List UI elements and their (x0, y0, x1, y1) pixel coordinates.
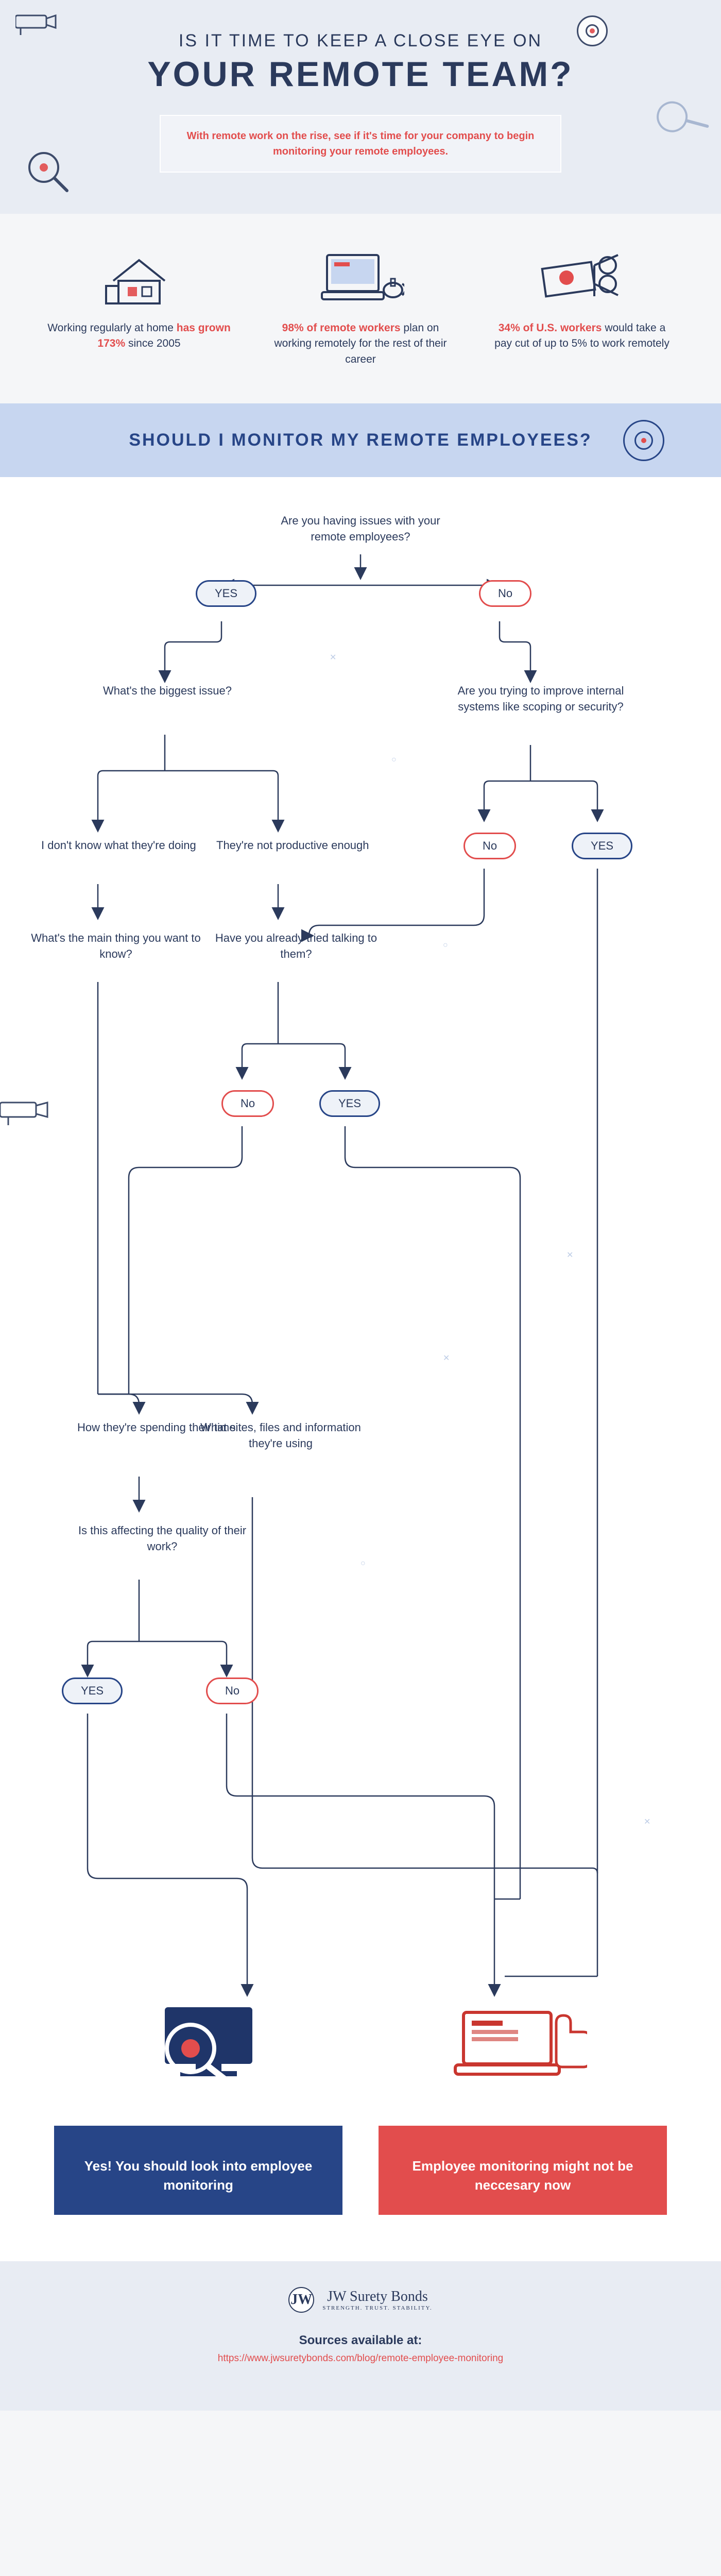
brand-name: JW Surety Bonds (327, 2289, 428, 2304)
title-line1: IS IT TIME TO KEEP A CLOSE EYE ON (179, 31, 542, 50)
flow-connectors (0, 477, 721, 2126)
footer: JW JW Surety Bonds STRENGTH. TRUST. STAB… (0, 2261, 721, 2411)
yes-pill: YES (572, 833, 632, 859)
brand-badge-icon: JW (288, 2287, 314, 2313)
magnifier-icon (26, 149, 72, 198)
title-line2: YOUR REMOTE TEAM? (52, 54, 670, 94)
brand-tagline: STRENGTH. TRUST. STABILITY. (322, 2305, 433, 2311)
camera-icon (15, 10, 62, 39)
eye-icon (623, 420, 664, 461)
yes-pill: YES (196, 580, 256, 607)
yes-pill: YES (62, 1677, 123, 1704)
flow-answer: What sites, files and information they'r… (196, 1420, 366, 1452)
page-title: IS IT TIME TO KEEP A CLOSE EYE ON YOUR R… (52, 31, 670, 94)
flowchart: ✕ ○ ○ ✕ ✕ ○ ✕ Are you having issues with… (0, 477, 721, 2126)
result-no-card: Employee monitoring might not be neccesa… (379, 2126, 667, 2215)
no-pill: No (206, 1677, 259, 1704)
no-pill: No (464, 833, 516, 859)
stat-card: Working regularly at home has grown 173%… (36, 250, 242, 367)
magnifier-icon (644, 83, 715, 156)
section-header: SHOULD I MONITOR MY REMOTE EMPLOYEES? (0, 403, 721, 477)
section-title: SHOULD I MONITOR MY REMOTE EMPLOYEES? (15, 427, 706, 453)
monitor-eye-icon (144, 2002, 278, 2092)
eye-icon (577, 15, 608, 46)
money-icon (541, 250, 623, 307)
flow-answer: They're not productive enough (216, 838, 369, 854)
flow-answer: I don't know what they're doing (41, 838, 196, 854)
house-icon (103, 250, 175, 307)
no-pill: No (479, 580, 531, 607)
sources-link[interactable]: https://www.jwsuretybonds.com/blog/remot… (15, 2353, 706, 2364)
camera-icon (0, 1095, 57, 1129)
laptop-icon (317, 250, 404, 307)
stats-row: Working regularly at home has grown 173%… (0, 214, 721, 403)
flow-question: Are you having issues with your remote e… (276, 513, 445, 545)
hero-subhead: With remote work on the rise, see if it'… (160, 115, 561, 173)
stat-card: 34% of U.S. workers would take a pay cut… (479, 250, 685, 367)
yes-pill: YES (319, 1090, 380, 1117)
laptop-thumbs-icon (453, 2002, 587, 2092)
sources-label: Sources available at: (15, 2333, 706, 2348)
flow-question: Have you already tried talking to them? (211, 930, 381, 962)
flow-question: What's the main thing you want to know? (31, 930, 201, 962)
results-row: Yes! You should look into employee monit… (0, 2126, 721, 2261)
flow-question: What's the biggest issue? (103, 683, 232, 699)
flow-question: Are you trying to improve internal syste… (453, 683, 628, 715)
result-text: Yes! You should look into employee monit… (70, 2157, 327, 2194)
stat-card: 98% of remote workers plan on working re… (258, 250, 464, 367)
result-text: Employee monitoring might not be neccesa… (394, 2157, 651, 2194)
result-yes-card: Yes! You should look into employee monit… (54, 2126, 342, 2215)
flow-question: Is this affecting the quality of their w… (77, 1523, 247, 1555)
no-pill: No (221, 1090, 274, 1117)
brand-logo: JW JW Surety Bonds STRENGTH. TRUST. STAB… (15, 2287, 706, 2313)
hero: IS IT TIME TO KEEP A CLOSE EYE ON YOUR R… (0, 0, 721, 214)
